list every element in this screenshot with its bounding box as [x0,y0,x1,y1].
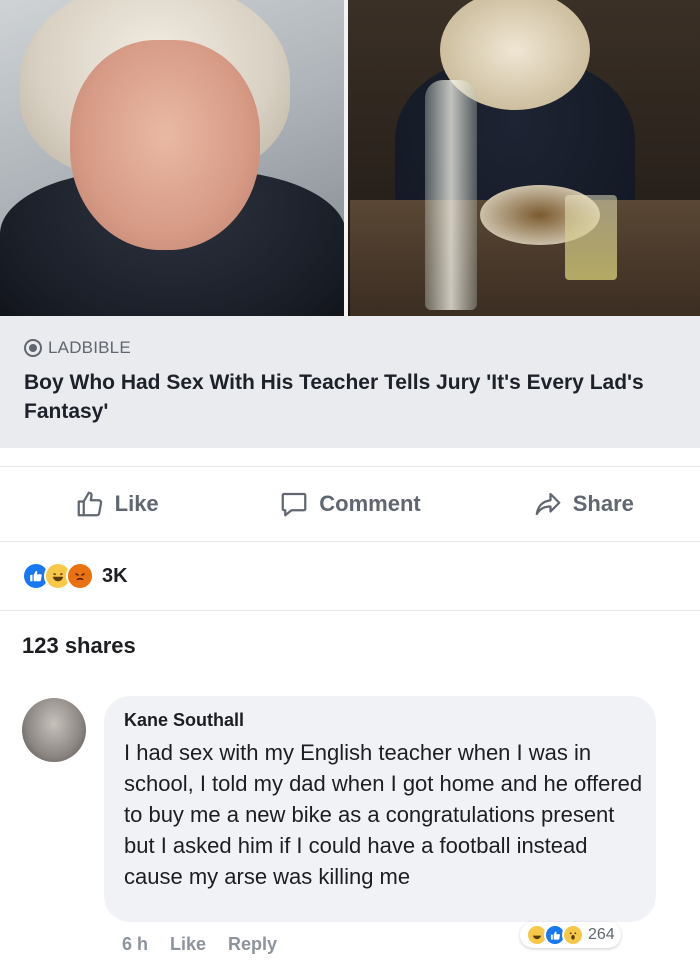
link-preview-card[interactable]: LADBIBLE Boy Who Had Sex With His Teache… [0,316,700,448]
avatar[interactable] [22,698,86,762]
shares-count[interactable]: 123 shares [22,633,136,659]
comment-meta: 6 h Like Reply [122,934,277,955]
comment-bubble: Kane Southall I had sex with my English … [104,696,656,922]
photo-left[interactable] [0,0,345,316]
photo-face [70,40,260,250]
comment-label: Comment [319,491,421,516]
share-button[interactable]: Share [467,489,700,519]
wow-icon [562,924,584,946]
comment-icon [281,492,307,517]
link-source: LADBIBLE [24,338,131,358]
comment-reply-link[interactable]: Reply [228,934,277,955]
share-icon [535,492,561,516]
comment-author[interactable]: Kane Southall [124,710,636,731]
source-label: LADBIBLE [48,338,131,357]
comment-reactions[interactable]: 264 [520,922,621,948]
comment-like-link[interactable]: Like [170,934,206,955]
comment-button[interactable]: Comment [233,489,466,519]
comment-time[interactable]: 6 h [122,934,148,955]
thumbs-up-icon [77,491,102,517]
divider [0,610,700,611]
like-button[interactable]: Like [0,489,233,519]
link-headline[interactable]: Boy Who Had Sex With His Teacher Tells J… [24,368,674,426]
post-actions-bar: Like Comment Share [0,466,700,542]
photo-right-glass [565,195,617,280]
source-icon [24,339,42,357]
angry-icon [66,562,94,590]
like-label: Like [114,491,159,516]
comment-reaction-count: 264 [588,926,615,943]
share-label: Share [572,491,634,516]
photo-right-bottle [425,80,477,310]
reaction-count[interactable]: 3K [102,565,128,588]
post-reactions[interactable]: 3K [22,562,128,590]
comment-text: I had sex with my English teacher when I… [124,740,643,889]
